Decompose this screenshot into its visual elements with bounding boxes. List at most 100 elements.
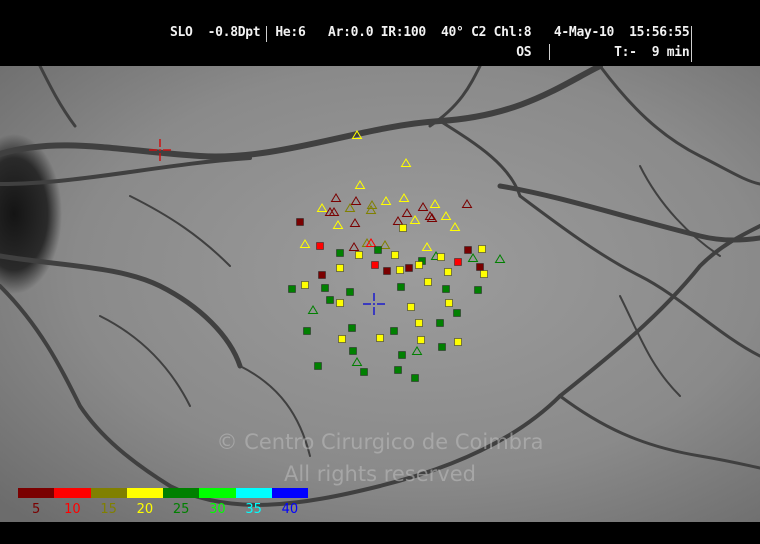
- footer-bar: [0, 522, 760, 544]
- stimulus-point-square: [438, 343, 446, 351]
- center-crosshair-icon: [363, 293, 385, 315]
- stimulus-point-square: [338, 335, 346, 343]
- stimulus-point-triangle: [400, 158, 412, 167]
- sensitivity-legend-bar: [18, 488, 308, 498]
- legend-swatch: [235, 488, 272, 498]
- stimulus-point-triangle: [398, 193, 410, 202]
- fixation-crosshair-icon: [149, 139, 171, 161]
- stimulus-point-square: [444, 268, 452, 276]
- stimulus-point-square: [476, 263, 484, 271]
- stimulus-point-triangle: [344, 203, 356, 212]
- stimulus-point-square: [360, 368, 368, 376]
- stimulus-point-square: [349, 347, 357, 355]
- stimulus-point-triangle: [409, 215, 421, 224]
- stimulus-point-square: [415, 319, 423, 327]
- stimulus-point-square: [394, 366, 402, 374]
- legend-label: 5: [31, 502, 41, 517]
- stimulus-point-triangle: [351, 130, 363, 139]
- stimulus-point-square: [336, 264, 344, 272]
- watermark-line: All rights reserved: [284, 462, 476, 486]
- stimulus-point-triangle: [349, 218, 361, 227]
- stimulus-point-square: [326, 296, 334, 304]
- stimulus-point-square: [391, 251, 399, 259]
- stimulus-point-triangle: [392, 216, 404, 225]
- stimulus-point-square: [436, 319, 444, 327]
- legend-label: 20: [136, 502, 154, 517]
- stimulus-point-square: [474, 286, 482, 294]
- stimulus-point-square: [383, 267, 391, 275]
- stimulus-point-square: [336, 299, 344, 307]
- legend-label: 35: [245, 502, 262, 517]
- legend-swatch: [163, 488, 200, 498]
- legend-swatch: [54, 488, 91, 498]
- stimulus-point-triangle: [461, 199, 473, 208]
- stimulus-point-triangle: [440, 211, 452, 220]
- stimulus-point-triangle: [449, 222, 461, 231]
- stimulus-point-triangle: [467, 253, 479, 262]
- stimulus-point-square: [417, 336, 425, 344]
- legend-swatch: [199, 488, 236, 498]
- markers-layer: [149, 130, 506, 382]
- stimulus-point-square: [397, 283, 405, 291]
- stimulus-point-square: [288, 285, 296, 293]
- stimulus-point-triangle: [411, 346, 423, 355]
- stimulus-point-triangle: [351, 357, 363, 366]
- stimulus-point-triangle: [316, 203, 328, 212]
- stimulus-point-square: [453, 309, 461, 317]
- stimulus-point-square: [454, 258, 462, 266]
- stimulus-point-triangle: [354, 180, 366, 189]
- legend-label: 15: [100, 502, 117, 517]
- stimulus-point-triangle: [299, 239, 311, 248]
- stimulus-point-square: [355, 251, 363, 259]
- stimulus-point-square: [321, 284, 329, 292]
- stimulus-point-square: [399, 224, 407, 232]
- stimulus-point-triangle: [494, 254, 506, 263]
- stimulus-point-triangle: [348, 242, 360, 251]
- stimulus-point-square: [374, 246, 382, 254]
- legend-label: 40: [281, 502, 299, 517]
- stimulus-point-square: [301, 281, 309, 289]
- stimulus-point-triangle: [417, 202, 429, 211]
- stimulus-point-triangle: [330, 193, 342, 202]
- stimulus-point-triangle: [380, 196, 392, 205]
- stimulus-point-square: [424, 278, 432, 286]
- stimulus-point-triangle: [332, 220, 344, 229]
- stimulus-point-square: [390, 327, 398, 335]
- stimulus-point-square: [445, 299, 453, 307]
- stimulus-point-square: [480, 270, 488, 278]
- stimulus-point-square: [303, 327, 311, 335]
- stimulus-point-square: [396, 266, 404, 274]
- stimulus-point-triangle: [307, 305, 319, 314]
- stimulus-point-square: [371, 261, 379, 269]
- stimulus-point-square: [405, 264, 413, 272]
- stimulus-point-square: [464, 246, 472, 254]
- legend-swatch: [271, 488, 308, 498]
- stimulus-point-triangle: [379, 240, 391, 249]
- stimulus-point-square: [318, 271, 326, 279]
- stimulus-point-square: [296, 218, 304, 226]
- stimulus-point-triangle: [350, 196, 362, 205]
- legend-label: 25: [172, 502, 190, 517]
- sensitivity-legend-labels: 5 10 15 20 25 30 35 40: [18, 502, 308, 518]
- stimulus-point-square: [442, 285, 450, 293]
- stimulus-point-square: [478, 245, 486, 253]
- stimulus-point-square: [407, 303, 415, 311]
- stimulus-point-triangle: [429, 199, 441, 208]
- stimulus-point-square: [348, 324, 356, 332]
- stimulus-point-square: [316, 242, 324, 250]
- legend-swatch: [90, 488, 127, 498]
- stimulus-point-square: [454, 338, 462, 346]
- watermark-line: © Centro Cirurgico de Coimbra: [216, 430, 544, 454]
- stimulus-point-square: [346, 288, 354, 296]
- stimulus-point-triangle: [401, 208, 413, 217]
- copyright-watermark: © Centro Cirurgico de Coimbra All rights…: [0, 426, 760, 490]
- legend-swatch: [126, 488, 163, 498]
- stimulus-point-square: [376, 334, 384, 342]
- stimulus-point-square: [437, 253, 445, 261]
- stimulus-point-square: [314, 362, 322, 370]
- stimulus-point-triangle: [421, 242, 433, 251]
- legend-label: 30: [209, 502, 226, 517]
- legend-swatch: [18, 488, 55, 498]
- stimulus-point-square: [415, 261, 423, 269]
- legend-label: 10: [64, 502, 81, 517]
